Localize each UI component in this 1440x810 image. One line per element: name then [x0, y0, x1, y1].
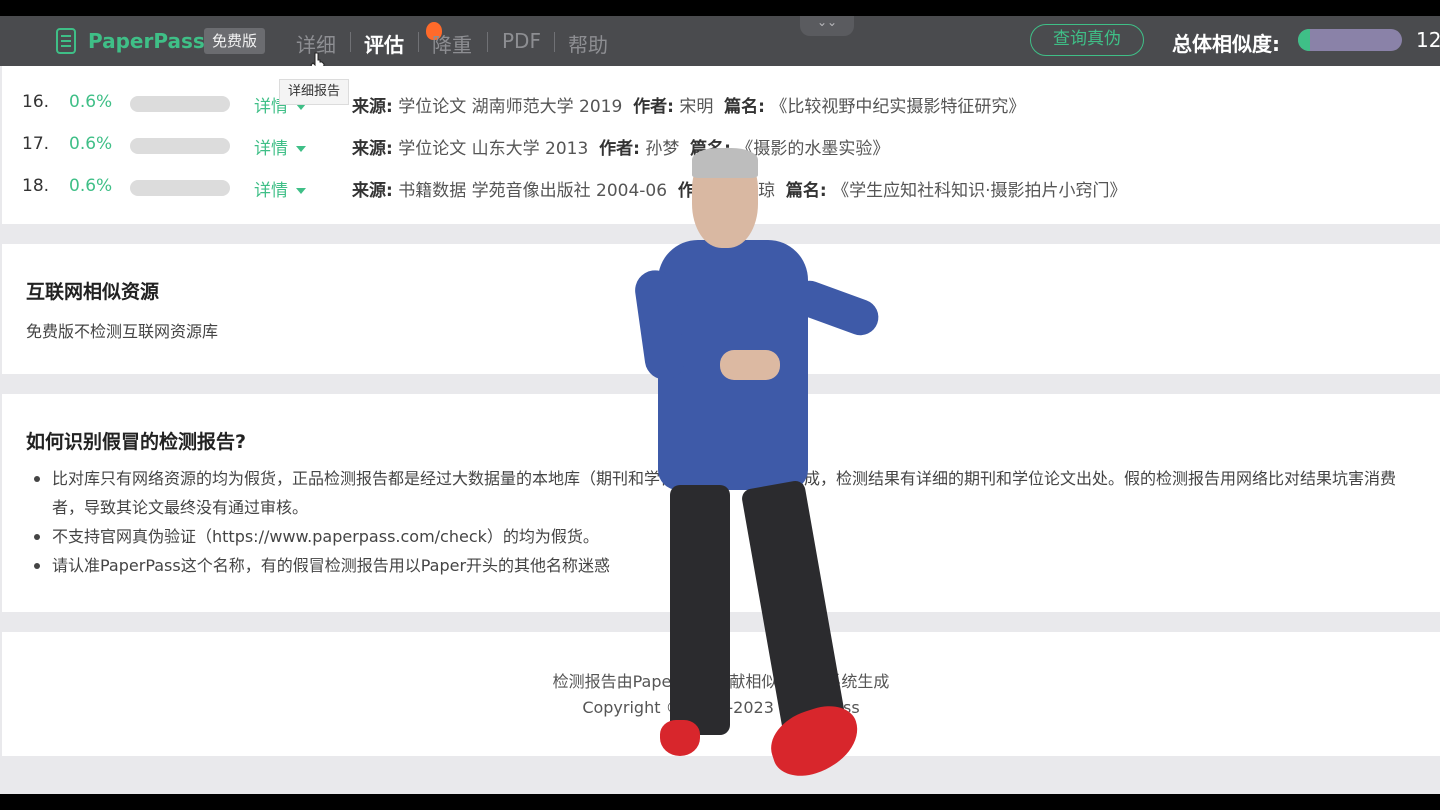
caret-down-icon	[296, 188, 306, 194]
row-similarity-bar	[130, 138, 230, 154]
verify-authenticity-button[interactable]: 查询真伪	[1030, 24, 1144, 56]
figure-hair	[692, 148, 758, 178]
nav-divider	[487, 32, 488, 52]
row-source: 学位论文 湖南师范大学 2019	[398, 97, 623, 117]
nav-divider	[554, 32, 555, 52]
row-similarity-percent: 0.6%	[69, 176, 113, 196]
overall-similarity-value: 12	[1416, 28, 1440, 52]
row-detail-toggle[interactable]: 详情	[254, 134, 306, 159]
nav-reduce[interactable]: 降重	[432, 29, 472, 58]
row-meta: 来源: 学位论文 湖南师范大学 2019 作者: 宋明 篇名: 《比较视野中纪实…	[352, 97, 1026, 117]
figure-right-leg	[740, 479, 847, 737]
figure-left-shoe	[660, 720, 700, 756]
top-navigation-bar: PaperPass 免费版 详细 评估 降重 PDF 帮助 ⌄⌄ 查询真伪 总体…	[0, 16, 1440, 73]
row-similarity-percent: 0.6%	[69, 134, 113, 154]
section-text: 免费版不检测互联网资源库	[26, 322, 219, 341]
row-similarity-percent: 0.6%	[69, 92, 113, 112]
brand-name[interactable]: PaperPass	[88, 29, 205, 53]
section-heading: 如何识别假冒的检测报告?	[26, 431, 247, 453]
letterbox-bar	[0, 794, 1440, 810]
row-author: 宋明	[679, 97, 714, 117]
overlay-person-image	[632, 148, 884, 785]
row-number: 18.	[22, 176, 50, 196]
row-number: 16.	[22, 92, 50, 112]
collapse-chevron-icon[interactable]: ⌄⌄	[800, 16, 854, 36]
figure-legs	[670, 479, 847, 737]
row-source: 书籍数据 学苑音像出版社 2004-06	[398, 181, 668, 201]
row-number: 17.	[22, 134, 50, 154]
source-row: 16. 0.6% 详情 来源: 学位论文 湖南师范大学 2019 作者: 宋明 …	[2, 86, 1440, 117]
row-title: 《比较视野中纪实摄影特征研究》	[770, 97, 1026, 117]
free-version-badge: 免费版	[204, 28, 266, 54]
caret-down-icon	[296, 146, 306, 152]
nav-pdf[interactable]: PDF	[502, 29, 541, 53]
row-similarity-bar	[130, 180, 230, 196]
detail-report-tooltip: 详细报告	[279, 79, 350, 105]
row-source: 学位论文 山东大学 2013	[398, 139, 589, 159]
figure-hands	[720, 350, 780, 380]
similarity-progress-bar	[1298, 29, 1402, 51]
row-similarity-bar	[130, 96, 230, 112]
figure-left-leg	[670, 485, 730, 735]
row-detail-toggle[interactable]: 详情	[254, 176, 306, 201]
nav-help[interactable]: 帮助	[568, 29, 608, 58]
nav-evaluate[interactable]: 评估	[364, 29, 404, 58]
overall-similarity-label: 总体相似度:	[1172, 32, 1280, 56]
similarity-progress-fill	[1298, 29, 1311, 51]
document-logo-icon	[56, 28, 76, 54]
nav-divider	[350, 32, 351, 52]
section-heading: 互联网相似资源	[26, 281, 160, 303]
nav-divider	[418, 32, 419, 52]
